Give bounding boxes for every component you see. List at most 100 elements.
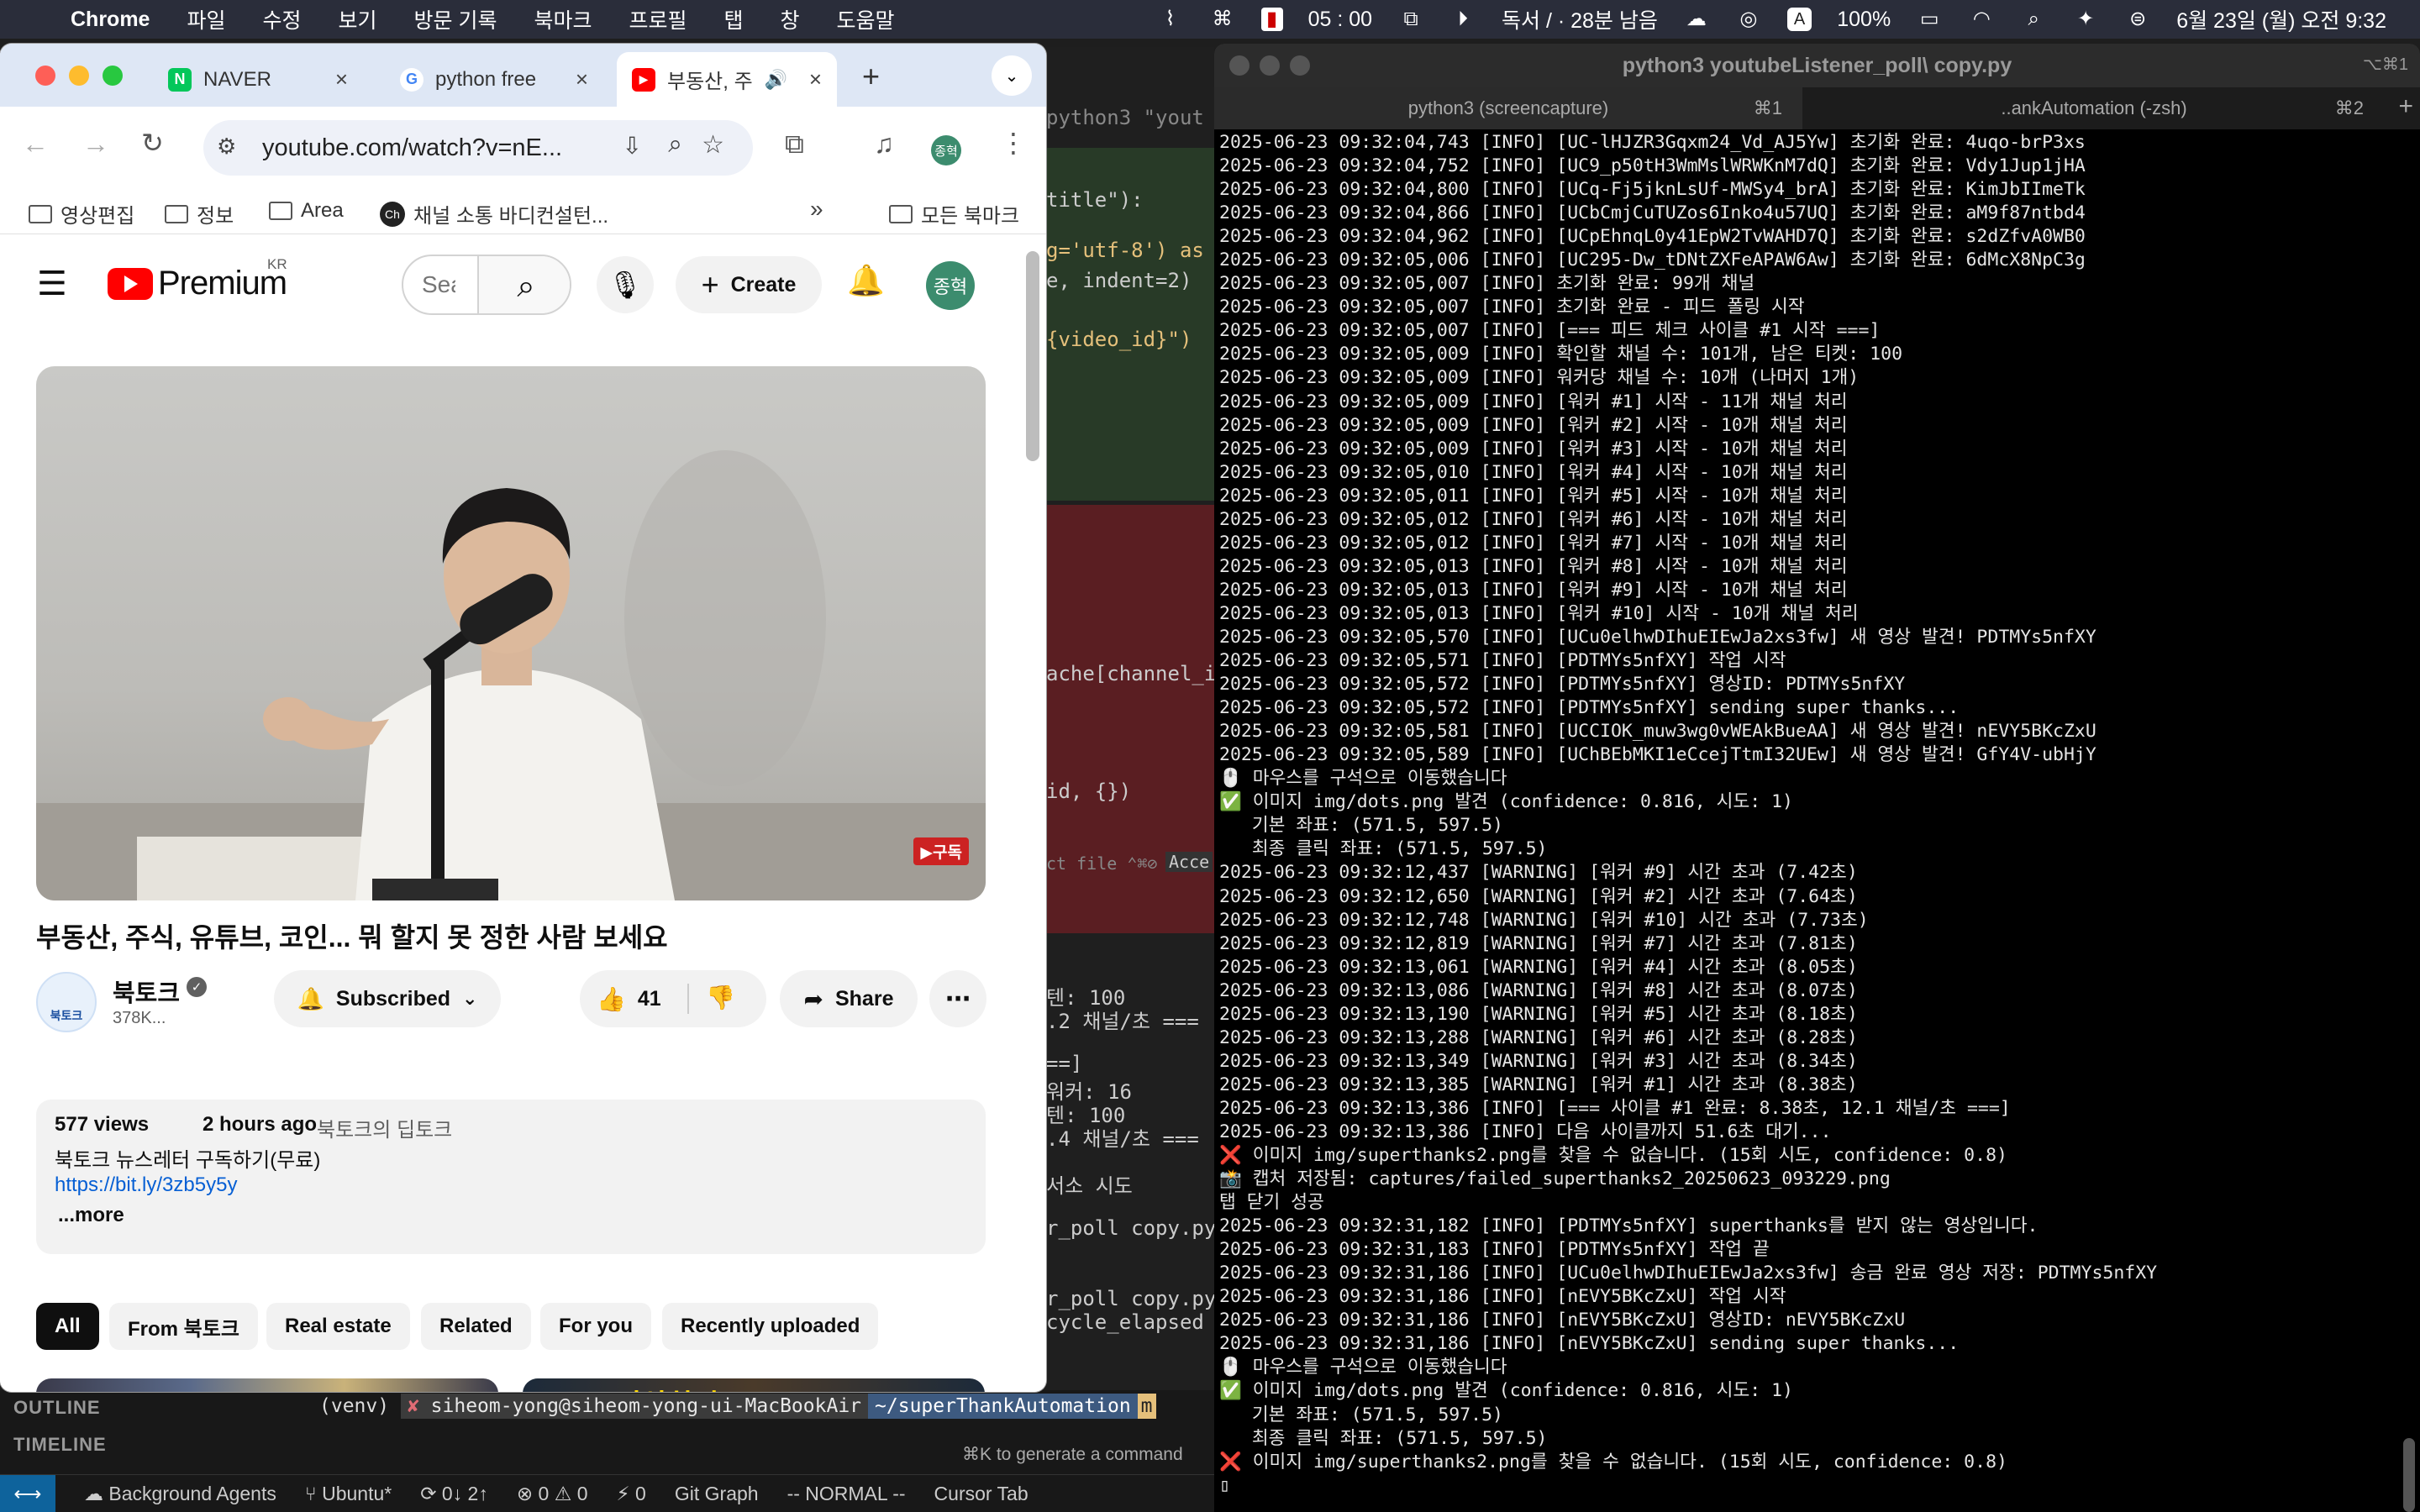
zoom-icon[interactable]: ⌕ — [668, 130, 682, 159]
input-source-icon[interactable]: A — [1786, 8, 1812, 31]
show-more-link[interactable]: ...more — [58, 1204, 124, 1227]
forward-arrow-icon[interactable]: → — [82, 129, 109, 160]
chrome-menu-icon[interactable]: ⋮ — [1000, 127, 1027, 159]
search-box[interactable]: ⌕ — [402, 255, 571, 315]
back-arrow-icon[interactable]: ← — [22, 129, 49, 160]
profile-avatar[interactable]: 종혁 — [931, 135, 961, 165]
video-player[interactable]: ▶구독 — [36, 366, 986, 900]
new-terminal-tab-button[interactable]: + — [2398, 92, 2413, 121]
more-actions-icon[interactable]: ⋯ — [929, 970, 986, 1027]
cloud-icon[interactable]: ☁ — [1683, 8, 1710, 31]
menu-help[interactable]: 도움말 — [837, 4, 895, 34]
status-sync[interactable]: ⟳ 0↓ 2↑ — [420, 1483, 488, 1505]
channel-avatar[interactable]: 북토크 — [36, 972, 97, 1032]
chip-related[interactable]: Related — [421, 1303, 531, 1350]
app-extra-icon[interactable]: ✦ — [2072, 8, 2099, 31]
bookmark-star-icon[interactable]: ☆ — [702, 130, 724, 160]
menu-window[interactable]: 창 — [781, 4, 800, 34]
search-icon[interactable]: ⌕ — [2020, 8, 2047, 31]
terminal-output[interactable]: 2025-06-23 09:32:04,743 [INFO] [UC-lHJZR… — [1219, 131, 2396, 1498]
zoom-window-button[interactable] — [103, 66, 123, 86]
timeline-section[interactable]: TIMELINE — [13, 1434, 107, 1456]
description-link[interactable]: https://bit.ly/3zb5y5y — [55, 1173, 237, 1197]
create-button[interactable]: + Create — [676, 256, 822, 313]
thumbs-down-icon[interactable]: 👎 — [706, 984, 735, 1011]
bookmark-channel[interactable]: Ch 채널 소통 바디컨설턴... — [380, 199, 608, 228]
airdrop-icon[interactable]: ◎ — [1735, 8, 1762, 31]
reading-status[interactable]: 독서 / · 28분 남음 — [1502, 4, 1658, 34]
reload-icon[interactable]: ↻ — [141, 127, 164, 159]
subscribe-watermark[interactable]: ▶구독 — [913, 837, 969, 865]
channel-name[interactable]: 북토크 — [113, 974, 180, 1009]
extensions-icon[interactable]: ⧉ — [785, 129, 804, 160]
menubar-clock[interactable]: 6월 23일 (월) 오전 9:32 — [2176, 4, 2386, 34]
app-menu[interactable]: Chrome — [71, 8, 150, 32]
tab-google[interactable]: G python free × — [385, 52, 603, 107]
site-settings-icon[interactable]: ⚙ — [217, 134, 236, 160]
address-bar[interactable]: ⚙ youtube.com/watch?v=nE... ⇩ ⌕ ☆ — [203, 120, 753, 176]
menu-profiles[interactable]: 프로필 — [629, 4, 687, 34]
minimize-window-button[interactable] — [69, 66, 89, 86]
terminal-prompt[interactable]: (venv) ✘ siheom-yong@siheom-yong-ui-MacB… — [319, 1394, 1156, 1419]
status-git-graph[interactable]: Git Graph — [675, 1483, 759, 1505]
chip-recently-uploaded[interactable]: Recently uploaded — [662, 1303, 879, 1350]
speaker-icon[interactable]: 🔊 — [765, 69, 787, 91]
tab-search-icon[interactable]: ⌄ — [992, 55, 1032, 96]
like-count[interactable]: 41 — [638, 987, 661, 1011]
command-icon[interactable]: ⌘ — [1209, 8, 1236, 31]
notifications-bell-icon[interactable]: 🔔 — [847, 263, 885, 298]
tab-naver[interactable]: N NAVER × — [153, 52, 363, 107]
close-icon[interactable]: × — [576, 66, 588, 92]
bookmark-all[interactable]: 모든 북마크 — [889, 199, 1019, 228]
install-app-icon[interactable]: ⇩ — [623, 132, 642, 160]
menu-history[interactable]: 방문 기록 — [414, 4, 497, 34]
close-window-button[interactable] — [1229, 55, 1249, 76]
timer-icon[interactable]: ▮ — [1260, 8, 1283, 31]
menu-bookmarks[interactable]: 북마크 — [534, 4, 592, 34]
recommended-thumbnail[interactable] — [36, 1378, 498, 1392]
account-avatar[interactable]: 종혁 — [926, 261, 975, 310]
zoom-window-button[interactable] — [1290, 55, 1310, 76]
play-icon[interactable]: ⏵ — [1449, 8, 1476, 31]
bookmark-folder-video-edit[interactable]: 영상편집 — [29, 199, 134, 228]
chip-from-channel[interactable]: From 북토크 — [109, 1303, 258, 1350]
chip-for-you[interactable]: For you — [540, 1303, 651, 1350]
menu-file[interactable]: 파일 — [187, 4, 225, 34]
close-icon[interactable]: × — [335, 66, 348, 92]
youtube-logo-icon[interactable] — [108, 268, 153, 300]
bookmark-folder-area[interactable]: Area — [269, 199, 344, 223]
remote-indicator-icon[interactable]: ⟷ — [0, 1474, 55, 1512]
close-window-button[interactable] — [35, 66, 55, 86]
status-ports[interactable]: ⚡ 0 — [617, 1483, 646, 1505]
thumbs-up-icon[interactable]: 👍 — [597, 985, 626, 1013]
status-problems[interactable]: ⊗ 0 ⚠ 0 — [517, 1483, 588, 1505]
chip-all[interactable]: All — [36, 1303, 99, 1350]
terminal-scrollbar[interactable] — [2403, 1438, 2415, 1512]
menu-edit[interactable]: 수정 — [262, 4, 301, 34]
window-icon[interactable]: ⧉ — [1397, 8, 1424, 31]
media-controls-icon[interactable]: ♫ — [874, 129, 894, 160]
menu-view[interactable]: 보기 — [339, 4, 377, 34]
status-background-agents[interactable]: ☁ Background Agents — [84, 1483, 276, 1505]
status-branch[interactable]: ⑂ Ubuntu* — [305, 1483, 392, 1505]
close-icon[interactable]: × — [809, 66, 822, 92]
wave-icon[interactable]: ⌇ — [1157, 8, 1184, 31]
wifi-icon[interactable]: ◠ — [1968, 8, 1995, 31]
battery-icon[interactable]: ▭ — [1916, 8, 1943, 31]
new-tab-button[interactable]: + — [862, 59, 880, 94]
control-center-icon[interactable]: ⊜ — [2124, 8, 2151, 31]
share-button[interactable]: ➦ Share — [780, 970, 918, 1027]
hamburger-menu-icon[interactable]: ☰ — [37, 265, 67, 303]
microphone-icon[interactable]: 🎙 — [597, 256, 654, 313]
tab-youtube[interactable]: ▶ 부동산, 주 🔊 × — [617, 52, 837, 107]
recommended-thumbnail[interactable]: 비상하다! 디크 — [523, 1378, 985, 1392]
terminal-tab-zsh[interactable]: ..ankAutomation (-zsh) ⌘2 — [1804, 87, 2384, 129]
more-bookmarks-icon[interactable]: » — [810, 196, 823, 223]
minimize-window-button[interactable] — [1260, 55, 1280, 76]
menu-tab[interactable]: 탭 — [724, 4, 744, 34]
terminal-tab-screencapture[interactable]: python3 (screencapture) ⌘1 — [1214, 87, 1802, 129]
search-icon[interactable]: ⌕ — [477, 256, 570, 313]
timer-readout[interactable]: 05 : 00 — [1308, 8, 1372, 32]
description-box[interactable]: 577 views 2 hours ago 북토크의 딥토크 북토크 뉴스레터 … — [36, 1100, 986, 1254]
search-input[interactable] — [422, 271, 455, 298]
